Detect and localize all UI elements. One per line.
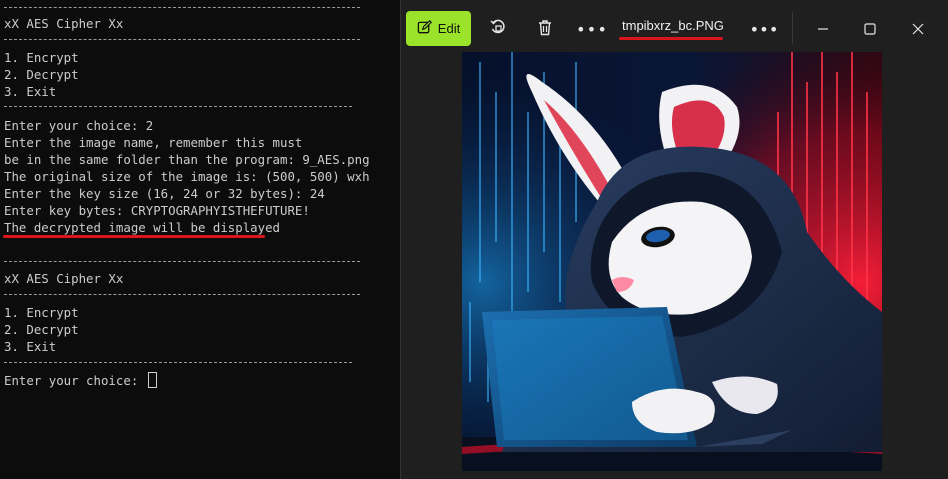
edit-label: Edit [437,21,461,36]
terminal-window[interactable]: xX AES Cipher Xx 1. Encrypt 2. Decrypt 3… [0,0,400,479]
choice-prompt: Enter your choice: [4,373,146,388]
separator-line [4,106,352,107]
close-button[interactable] [903,14,933,44]
red-annotation-underline [619,37,723,40]
image-name-prompt-cont: be in the same folder than the program: … [4,152,370,167]
minimize-icon [817,20,829,39]
image-name-prompt: Enter the image name, remember this must [4,135,303,150]
menu-item-encrypt: 1. Encrypt [4,305,79,320]
menu-item-decrypt: 2. Decrypt [4,322,79,337]
hooded-rabbit-illustration [462,52,882,471]
choice-input-line[interactable]: Enter your choice: [4,372,157,389]
text-cursor [147,372,157,388]
maximize-button[interactable] [855,14,885,44]
file-name: tmpibxrz_bc.PNG [622,18,724,33]
window-border [400,0,401,479]
menu-item-exit: 3. Exit [4,84,57,99]
original-size-line: The original size of the image is: (500,… [4,169,370,184]
separator-line [4,39,360,40]
more-options-button[interactable]: ••• [576,14,608,44]
key-bytes-prompt: Enter key bytes: CRYPTOGRAPHYISTHEFUTURE… [4,203,310,218]
more-icon: ••• [576,19,608,39]
displayed-image [462,52,882,471]
title-more-button[interactable]: ••• [749,14,779,44]
toolbar-divider [792,12,793,44]
menu-item-encrypt: 1. Encrypt [4,50,79,65]
result-message: The decrypted image will be displayed [4,220,281,235]
more-icon: ••• [749,19,779,39]
separator-line [4,294,360,295]
close-icon [912,20,924,39]
rotate-button[interactable] [483,14,513,44]
maximize-icon [864,20,876,39]
trash-icon [537,19,553,40]
app-header: xX AES Cipher Xx [4,16,124,31]
edit-icon [417,19,432,38]
menu-item-decrypt: 2. Decrypt [4,67,79,82]
edit-button[interactable]: Edit [406,11,471,46]
app-header-repeat: xX AES Cipher Xx [4,271,124,286]
separator-line [4,7,360,8]
choice-prompt: Enter your choice: 2 [4,118,154,133]
separator-line [4,362,352,363]
red-annotation-underline [3,235,265,238]
delete-button[interactable] [530,14,560,44]
photo-viewer-window[interactable]: Edit ••• tmpibxrz_bc.PNG ••• [400,0,948,479]
minimize-button[interactable] [808,14,838,44]
menu-item-exit: 3. Exit [4,339,57,354]
separator-line [4,261,360,262]
key-size-prompt: Enter the key size (16, 24 or 32 bytes):… [4,186,325,201]
rotate-icon [489,18,507,40]
